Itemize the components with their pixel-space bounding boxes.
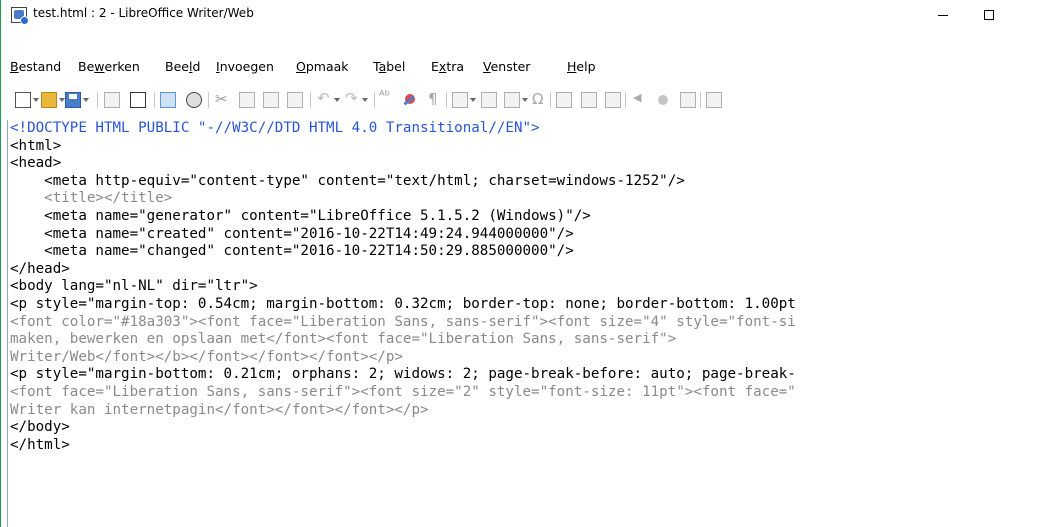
code-line[interactable]: Writer kan internetpagin</font></font></…	[10, 402, 1062, 420]
insert-comment-icon[interactable]	[605, 92, 621, 108]
chevron-down-icon[interactable]	[83, 98, 89, 102]
standard-toolbar	[1, 84, 1062, 116]
formatting-marks-icon[interactable]	[426, 90, 442, 108]
code-line[interactable]: <meta name="changed" content="2016-10-22…	[10, 243, 1062, 261]
minimize-icon	[938, 14, 948, 16]
code-line[interactable]: <meta name="created" content="2016-10-22…	[10, 226, 1062, 244]
code-line[interactable]: <!DOCTYPE HTML PUBLIC "-//W3C//DTD HTML …	[10, 120, 1062, 138]
menu-invoegen[interactable]: Invoegen	[216, 59, 274, 74]
toolbar-separator	[310, 92, 311, 108]
app-icon	[11, 7, 29, 25]
html-source-editor[interactable]: <!DOCTYPE HTML PUBLIC "-//W3C//DTD HTML …	[7, 120, 1062, 527]
menu-venster[interactable]: Venster	[483, 59, 530, 74]
maximize-button[interactable]	[966, 0, 1012, 30]
menu-bestand[interactable]: Bestand	[10, 59, 61, 74]
draw-functions-icon[interactable]	[706, 92, 722, 108]
data-sources-icon[interactable]	[680, 92, 696, 108]
close-button[interactable]	[1012, 0, 1058, 30]
toolbar-separator	[374, 92, 375, 108]
gallery-icon[interactable]	[655, 92, 671, 108]
toolbar-separator	[97, 92, 98, 108]
libreoffice-window: test.html : 2 - LibreOffice Writer/Web B…	[0, 0, 1062, 527]
chevron-down-icon[interactable]	[470, 98, 476, 102]
insert-table-icon[interactable]	[452, 92, 468, 108]
insert-textbox-icon[interactable]	[504, 92, 520, 108]
minimize-button[interactable]	[920, 0, 966, 30]
save-icon[interactable]	[65, 92, 81, 108]
code-line[interactable]: <title></title>	[10, 190, 1062, 208]
spelling-icon[interactable]	[379, 89, 395, 108]
code-line[interactable]: </html>	[10, 437, 1062, 455]
source-code[interactable]: <!DOCTYPE HTML PUBLIC "-//W3C//DTD HTML …	[8, 120, 1062, 454]
undo-icon[interactable]	[316, 89, 332, 108]
menu-tabel[interactable]: Tabel	[373, 59, 405, 74]
chevron-down-icon[interactable]	[334, 98, 340, 102]
cut-icon[interactable]	[214, 90, 230, 108]
toolbar-separator	[625, 92, 626, 108]
insert-hyperlink-icon[interactable]	[556, 92, 572, 108]
window-title: test.html : 2 - LibreOffice Writer/Web	[33, 6, 254, 20]
code-line[interactable]: </body>	[10, 419, 1062, 437]
menu-extra[interactable]: Extra	[431, 59, 464, 74]
menu-help[interactable]: Help	[567, 59, 596, 74]
clone-formatting-icon[interactable]	[287, 92, 303, 108]
chevron-down-icon[interactable]	[33, 98, 39, 102]
code-line[interactable]: <head>	[10, 155, 1062, 173]
code-line[interactable]: <p style="margin-bottom: 0.21cm; orphans…	[10, 366, 1062, 384]
code-line[interactable]: <font color="#18a303"><font face="Libera…	[10, 314, 1062, 332]
export-pdf-icon[interactable]	[130, 92, 146, 108]
toolbar-separator	[154, 92, 155, 108]
code-line[interactable]: </head>	[10, 261, 1062, 279]
copy-icon[interactable]	[239, 92, 255, 108]
special-character-icon[interactable]	[530, 90, 546, 108]
code-line[interactable]: <meta name="generator" content="LibreOff…	[10, 208, 1062, 226]
menu-beeld[interactable]: Beeld	[165, 59, 200, 74]
title-bar[interactable]: test.html : 2 - LibreOffice Writer/Web	[1, 0, 1062, 30]
redo-icon[interactable]	[344, 89, 360, 108]
edit-file-icon[interactable]	[104, 92, 120, 108]
html-source-icon[interactable]	[160, 92, 176, 108]
toolbar-separator	[208, 92, 209, 108]
menu-bar: Bestand Bewerken Beeld Invoegen Opmaak Tabel E…	[1, 56, 1062, 78]
web-preview-icon[interactable]	[186, 92, 202, 108]
menu-opmaak[interactable]: Opmaak	[296, 59, 349, 74]
toolbar-separator	[446, 92, 447, 108]
insert-image-icon[interactable]	[481, 92, 497, 108]
code-line[interactable]: <p style="margin-top: 0.54cm; margin-bot…	[10, 296, 1062, 314]
menu-bewerken[interactable]: Bewerken	[78, 59, 140, 74]
chevron-down-icon[interactable]	[522, 98, 528, 102]
toolbar-separator	[550, 92, 551, 108]
autospellcheck-icon[interactable]	[402, 92, 418, 108]
insert-footnote-icon[interactable]	[581, 92, 597, 108]
paste-icon[interactable]	[263, 92, 279, 108]
code-line[interactable]: <body lang="nl-NL" dir="ltr">	[10, 278, 1062, 296]
code-line[interactable]: <html>	[10, 138, 1062, 156]
new-document-icon[interactable]	[15, 92, 31, 108]
code-line[interactable]: Writer/Web</font></b></font></font></fon…	[10, 349, 1062, 367]
code-line[interactable]: <meta http-equiv="content-type" content=…	[10, 173, 1062, 191]
chevron-down-icon[interactable]	[362, 98, 368, 102]
maximize-icon	[984, 10, 994, 20]
toolbar-separator	[700, 92, 701, 108]
navigator-icon[interactable]	[631, 91, 647, 108]
code-line[interactable]: <font face="Liberation Sans, sans-serif"…	[10, 384, 1062, 402]
open-folder-icon[interactable]	[41, 92, 57, 108]
code-line[interactable]: maken, bewerken en opslaan met</font><fo…	[10, 331, 1062, 349]
